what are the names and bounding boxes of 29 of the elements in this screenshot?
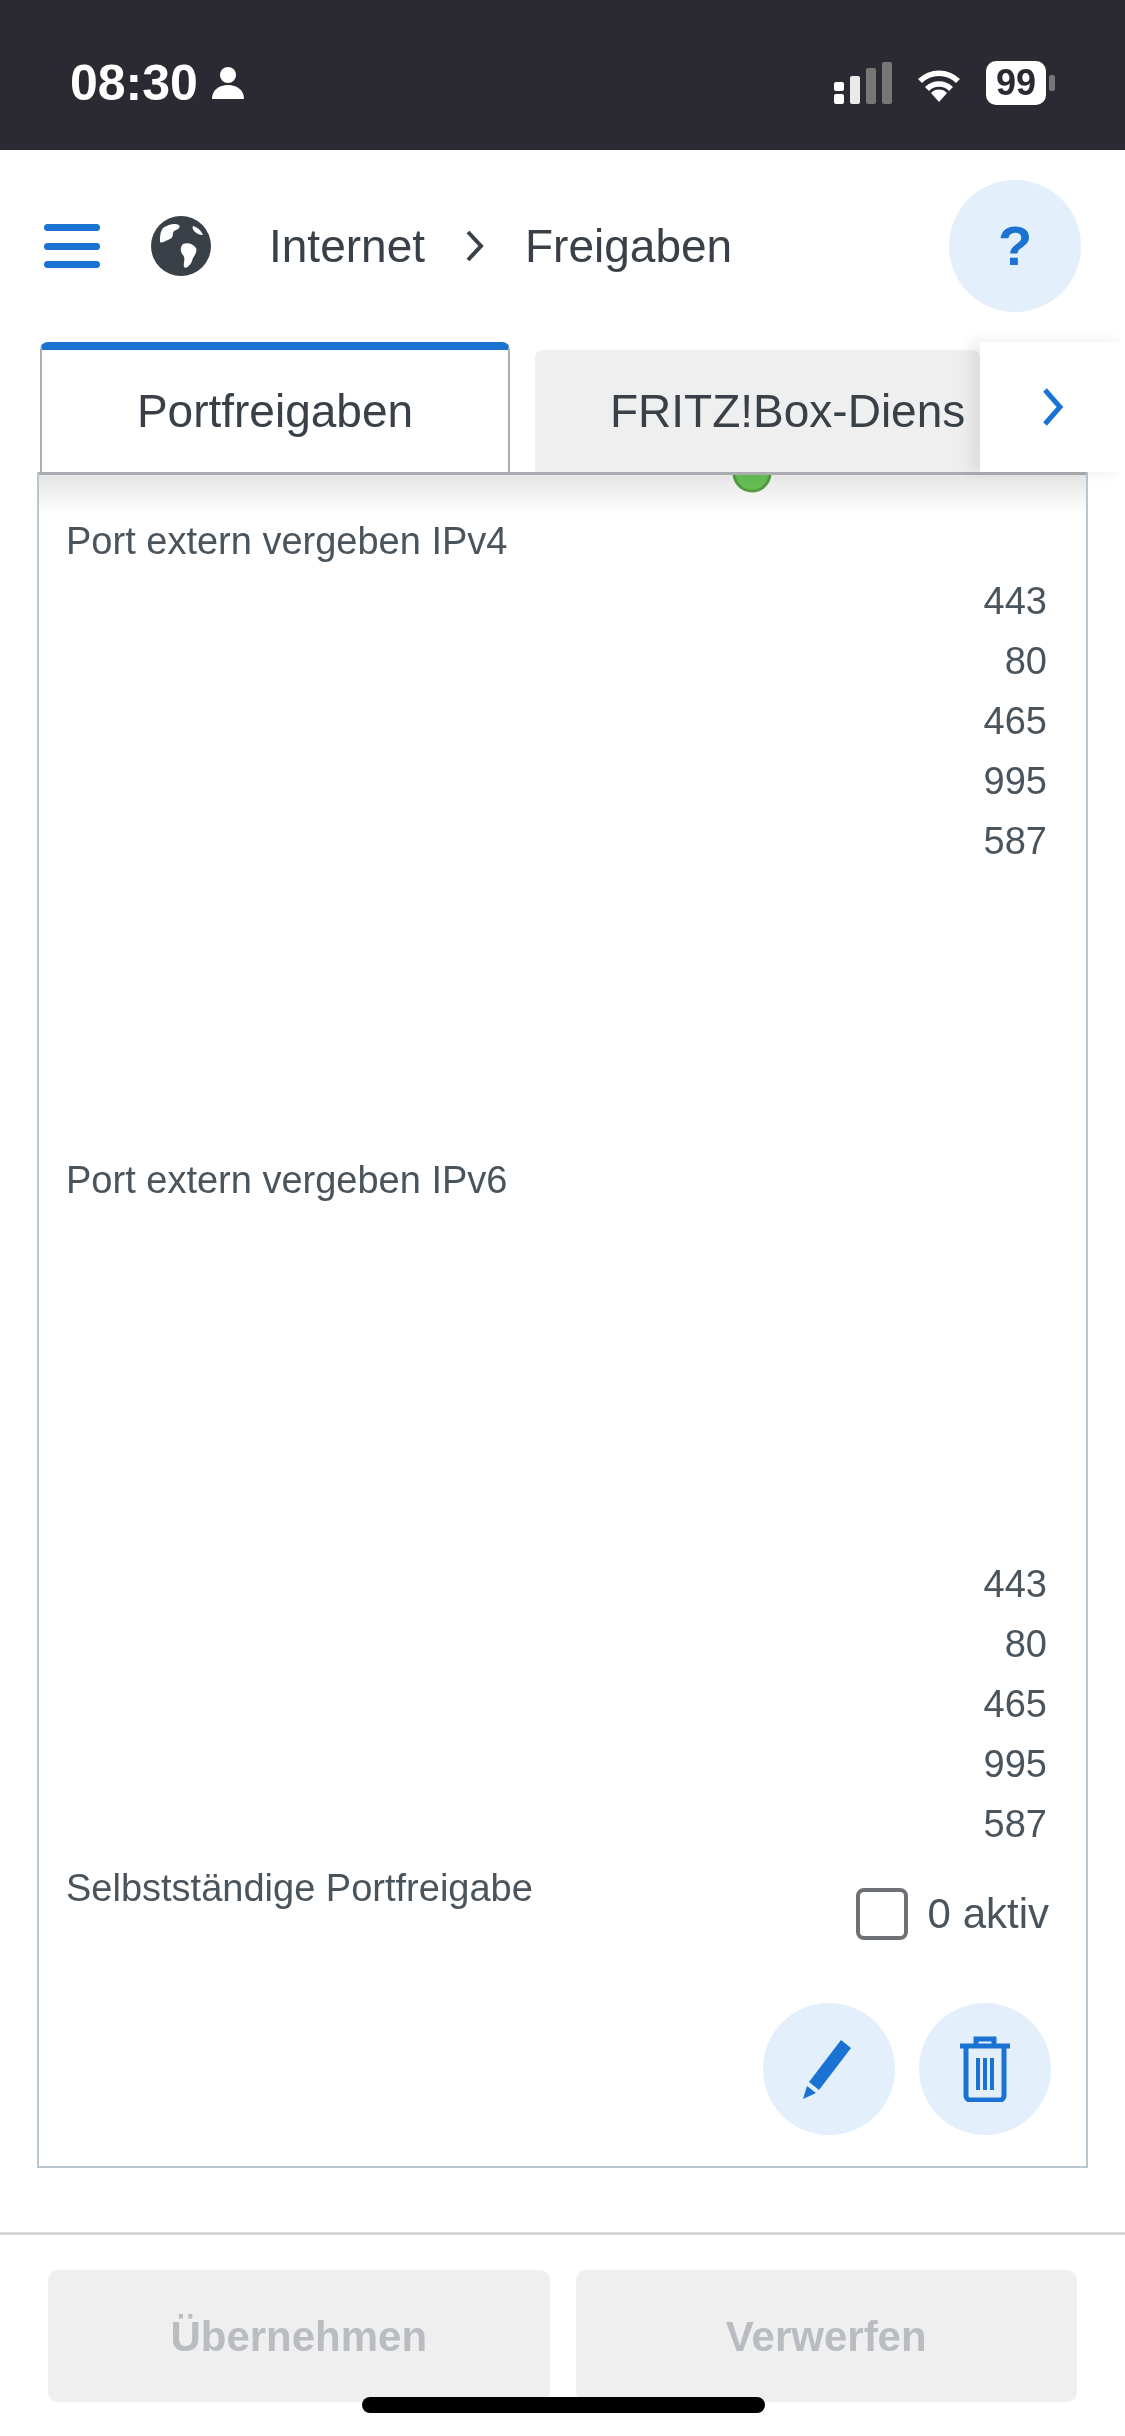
trash-icon: [958, 2036, 1012, 2102]
port-number: 587: [983, 819, 1047, 864]
globe-icon: [149, 214, 213, 278]
section-label: Port extern vergeben IPv6: [66, 1158, 509, 1203]
port-number: 443: [983, 579, 1047, 624]
menu-icon[interactable]: [44, 224, 100, 268]
port-number: 587: [983, 1802, 1047, 1847]
tab[interactable]: Portfreigaben: [40, 342, 510, 472]
port-number: 995: [983, 1742, 1047, 1787]
port-number: 443: [983, 1562, 1047, 1607]
port-number: 465: [983, 1682, 1047, 1727]
port-number: 995: [983, 759, 1047, 804]
chevron-right-icon: [465, 229, 485, 263]
chevron-right-icon[interactable]: [1040, 387, 1065, 427]
port-number: 465: [983, 699, 1047, 744]
battery-level: 99: [985, 61, 1046, 105]
clock: 08:30: [70, 53, 198, 113]
breadcrumb-link[interactable]: Internet: [269, 211, 425, 281]
port-number: 80: [1004, 639, 1047, 684]
breadcrumb-link[interactable]: Freigaben: [525, 211, 733, 281]
active-count: 0 aktiv: [927, 1889, 1049, 1939]
tab[interactable]: FRITZ!Box-Diens: [535, 350, 980, 472]
person-icon: [209, 65, 246, 101]
signal-icon: [833, 62, 892, 104]
checkbox[interactable]: [855, 1887, 908, 1940]
section-label: Port extern vergeben IPv4: [66, 519, 509, 564]
setting-label: Selbstständige Portfreigabe: [66, 1866, 533, 1911]
port-number: 80: [1004, 1622, 1047, 1667]
help-button[interactable]: ?: [949, 180, 1081, 312]
